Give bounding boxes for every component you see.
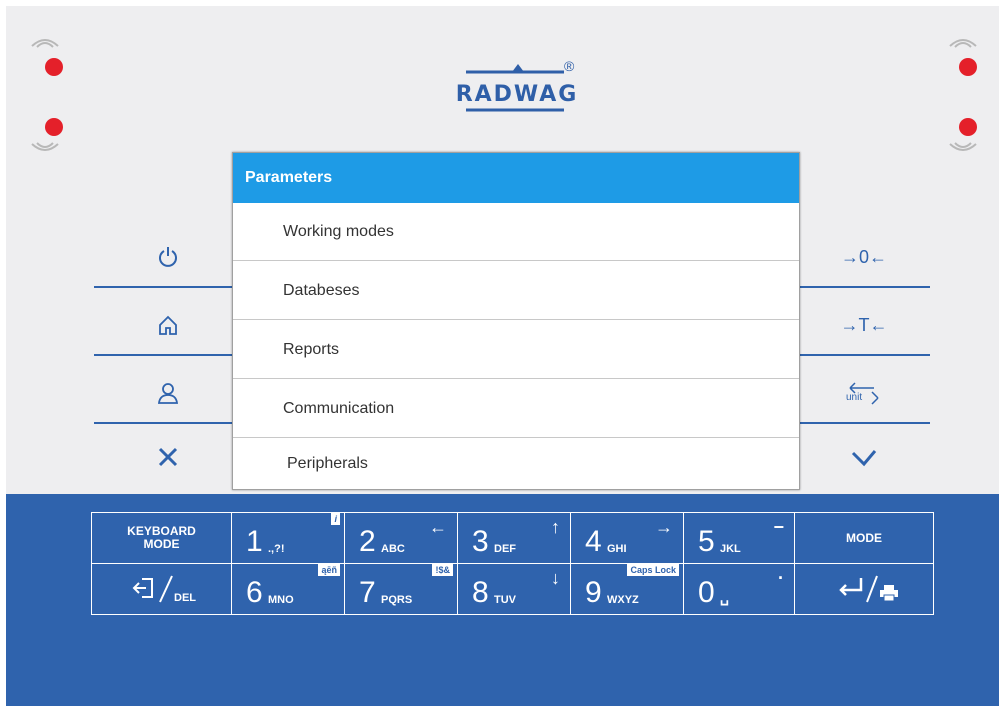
- signal-wave-icon: [31, 39, 59, 48]
- key-6[interactable]: 6 MNO ąēñ: [232, 564, 345, 614]
- menu-item-working-modes[interactable]: Working modes: [233, 203, 799, 261]
- user-icon: [157, 383, 179, 404]
- power-button[interactable]: [98, 232, 238, 282]
- home-button[interactable]: [98, 300, 238, 350]
- symbols-badge: !$&: [432, 564, 453, 576]
- tare-button[interactable]: →T←: [794, 300, 934, 350]
- menu-item-peripherals[interactable]: Peripherals: [233, 439, 799, 489]
- zero-label: →0←: [840, 246, 887, 267]
- cancel-button[interactable]: [98, 432, 238, 482]
- status-led-top-right: [959, 58, 977, 76]
- keyboard-mode-label: KEYBOARD MODE: [127, 524, 196, 551]
- registered-mark: ®: [564, 58, 575, 74]
- key-1[interactable]: 1 .,?! i: [232, 513, 345, 564]
- status-led-bottom-right: [959, 118, 977, 136]
- info-badge: i: [331, 513, 340, 525]
- parameters-dialog: Parameters Working modes Databeses Repor…: [232, 152, 800, 490]
- status-led-top-left: [45, 58, 63, 76]
- key-4[interactable]: 4 GHI →: [571, 513, 684, 564]
- menu-item-reports[interactable]: Reports: [233, 321, 799, 379]
- dot-icon: ·: [778, 568, 784, 588]
- signal-wave-icon: [949, 142, 977, 151]
- menu-item-databases[interactable]: Databeses: [233, 262, 799, 320]
- exit-icon: [132, 578, 153, 598]
- key-7[interactable]: 7 PQRS !$&: [345, 564, 458, 614]
- mode-key[interactable]: MODE: [795, 513, 933, 564]
- signal-wave-icon: [949, 39, 977, 48]
- key-3[interactable]: 3 DEF ↑: [458, 513, 571, 564]
- del-label: DEL: [174, 592, 196, 604]
- logo-text: RADWAG: [455, 82, 579, 107]
- tare-label: →T←: [840, 314, 888, 335]
- confirm-button[interactable]: [794, 432, 934, 482]
- user-button[interactable]: [98, 368, 238, 418]
- arrow-up-icon: ↑: [551, 517, 560, 537]
- unit-label: unit: [846, 392, 863, 403]
- dialog-title: Parameters: [233, 153, 799, 203]
- key-2[interactable]: 2 ABC ←: [345, 513, 458, 564]
- arrow-down-icon: ↓: [551, 568, 560, 588]
- close-icon: [158, 447, 178, 467]
- mode-label: MODE: [846, 530, 882, 545]
- checkmark-icon: [851, 450, 877, 467]
- enter-icon: [839, 578, 863, 596]
- menu-item-communication[interactable]: Communication: [233, 380, 799, 438]
- key-9[interactable]: 9 WXYZ Caps Lock: [571, 564, 684, 614]
- unit-button[interactable]: unit: [794, 368, 934, 418]
- arrow-left-icon: ←: [429, 517, 447, 537]
- caps-lock-badge: Caps Lock: [627, 564, 679, 576]
- terminal-panel: RADWAG ® →0← →T← unit Parameters Working…: [6, 6, 999, 706]
- signal-wave-icon: [31, 142, 59, 151]
- key-5[interactable]: 5 JKL −: [684, 513, 795, 564]
- key-8[interactable]: 8 TUV ↓: [458, 564, 571, 614]
- keypad: KEYBOARD MODE 1 .,?! i 2 ABC ← 3 DEF ↑ 4…: [91, 512, 934, 615]
- radwag-logo: RADWAG ®: [452, 58, 582, 124]
- zero-button[interactable]: →0←: [794, 232, 934, 282]
- home-icon: [159, 315, 177, 335]
- status-led-bottom-left: [45, 118, 63, 136]
- keyboard-mode-key[interactable]: KEYBOARD MODE: [92, 513, 232, 564]
- delete-key[interactable]: DEL: [92, 564, 232, 614]
- enter-print-key[interactable]: [795, 564, 933, 614]
- minus-icon: −: [773, 517, 784, 537]
- special-chars-badge: ąēñ: [318, 564, 340, 576]
- power-icon: [159, 247, 177, 267]
- printer-icon: [880, 585, 898, 602]
- arrow-right-icon: →: [655, 517, 673, 537]
- key-0[interactable]: 0 ␣ ·: [684, 564, 795, 614]
